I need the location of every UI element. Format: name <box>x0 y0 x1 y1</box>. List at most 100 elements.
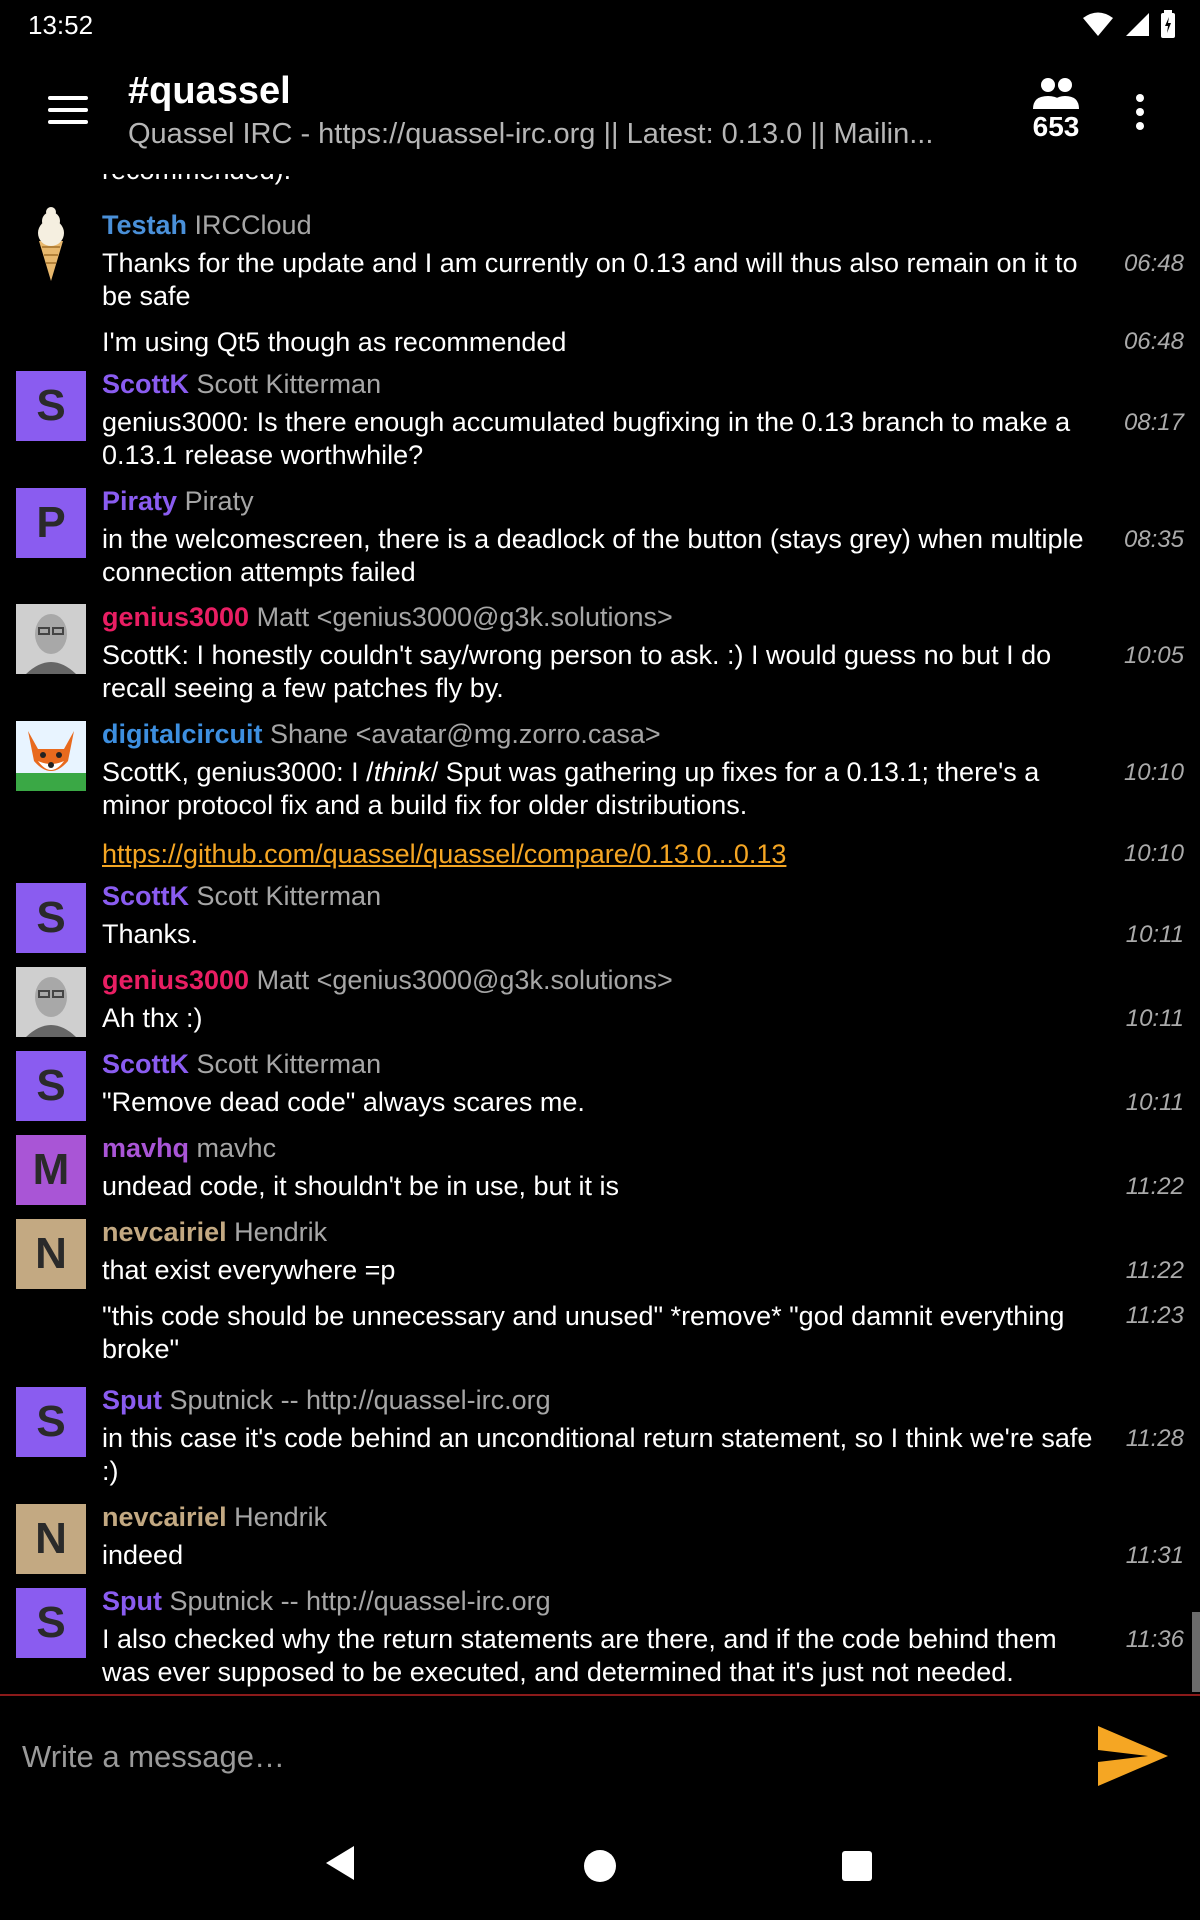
avatar-letter[interactable]: P <box>16 488 86 558</box>
nick-list-button[interactable]: 653 <box>1016 76 1096 166</box>
sender-realname: Hendrik <box>234 1502 328 1532</box>
nick-nevcairiel[interactable]: nevcairiel <box>102 1217 227 1247</box>
channel-title[interactable]: #quassel <box>128 70 291 113</box>
message-time: 10:10 <box>1123 759 1184 786</box>
message-sender: ScottK Scott Kitterman <box>102 369 381 400</box>
sender-realname: Sputnick -- http://quassel-irc.org <box>169 1586 551 1616</box>
channel-topic[interactable]: Quassel IRC - https://quassel-irc.org ||… <box>128 118 1008 151</box>
avatar-photo[interactable] <box>16 967 86 1037</box>
navigation-bar <box>0 1824 1200 1920</box>
message-time: 11:22 <box>1125 1173 1184 1200</box>
avatar-fox[interactable] <box>16 721 86 791</box>
status-icons <box>1082 10 1176 38</box>
message-text: https://github.com/quassel/quassel/compa… <box>102 838 1102 871</box>
message-list[interactable]: recommended). Testah IRCCloud Thanks for… <box>0 174 1200 1694</box>
message-sender: Sput Sputnick -- http://quassel-irc.org <box>102 1586 551 1617</box>
sender-realname: Matt <genius3000@g3k.solutions> <box>256 602 673 632</box>
nick-piraty[interactable]: Piraty <box>102 486 177 516</box>
message-sender: ScottK Scott Kitterman <box>102 881 381 912</box>
send-icon <box>1098 1726 1168 1786</box>
message-input[interactable] <box>20 1718 1074 1796</box>
nick-scottk[interactable]: ScottK <box>102 369 189 399</box>
avatar-letter[interactable]: S <box>16 1051 86 1121</box>
battery-icon <box>1161 10 1175 38</box>
message-text: Thanks. <box>102 919 199 949</box>
message-sender: ScottK Scott Kitterman <box>102 1049 381 1080</box>
message-time: 08:35 <box>1123 526 1184 553</box>
sender-realname: Shane <avatar@mg.zorro.casa> <box>270 719 661 749</box>
message-text: undead code, it shouldn't be in use, but… <box>102 1171 620 1201</box>
scrollbar-thumb[interactable] <box>1192 1612 1200 1692</box>
message-time: 10:11 <box>1125 921 1184 948</box>
user-count: 653 <box>1032 111 1080 142</box>
nick-nevcairiel[interactable]: nevcairiel <box>102 1502 227 1532</box>
message-text: that exist everywhere =p <box>102 1255 396 1285</box>
message-time: 06:48 <box>1123 250 1184 277</box>
message-sender: nevcairiel Hendrik <box>102 1217 327 1248</box>
menu-icon[interactable] <box>40 88 96 134</box>
avatar-letter[interactable]: S <box>16 371 86 441</box>
sender-realname: Scott Kitterman <box>196 1049 382 1079</box>
message-text: indeed <box>102 1540 184 1570</box>
sender-realname: Scott Kitterman <box>196 369 382 399</box>
sender-realname: Matt <genius3000@g3k.solutions> <box>256 965 673 995</box>
message-text: ScottK: I honestly couldn't say/wrong pe… <box>102 640 1052 703</box>
sender-realname: Hendrik <box>234 1217 328 1247</box>
message-text: I also checked why the return statements… <box>102 1624 1057 1687</box>
message-sender: mavhq mavhc <box>102 1133 276 1164</box>
nick-genius3000[interactable]: genius3000 <box>102 965 249 995</box>
message-text-emphasis: think <box>373 757 431 787</box>
message-text: "this code should be unnecessary and unu… <box>102 1301 1065 1364</box>
nick-mavhq[interactable]: mavhq <box>102 1133 189 1163</box>
nick-sput[interactable]: Sput <box>102 1586 162 1616</box>
back-icon[interactable] <box>324 1844 356 1882</box>
home-icon[interactable] <box>584 1850 616 1882</box>
message-sender: Sput Sputnick -- http://quassel-irc.org <box>102 1385 551 1416</box>
wifi-icon <box>1083 12 1113 36</box>
message-time: 11:31 <box>1125 1542 1184 1569</box>
message-time: 08:17 <box>1123 409 1184 436</box>
sender-realname: mavhc <box>196 1133 277 1163</box>
avatar-letter[interactable]: N <box>16 1504 86 1574</box>
message-text: in this case it's code behind an uncondi… <box>102 1423 1093 1486</box>
message-time: 11:23 <box>1125 1302 1184 1329</box>
message-sender: genius3000 Matt <genius3000@g3k.solution… <box>102 602 673 633</box>
toolbar: #quassel Quassel IRC - https://quassel-i… <box>0 48 1200 174</box>
sender-realname: Piraty <box>184 486 254 516</box>
message-time: 11:36 <box>1125 1626 1184 1653</box>
sender-realname: IRCCloud <box>194 210 312 240</box>
message-text: Ah thx :) <box>102 1003 203 1033</box>
nick-sput[interactable]: Sput <box>102 1385 162 1415</box>
message-sender: Piraty Piraty <box>102 486 254 517</box>
avatar-letter[interactable]: S <box>16 1588 86 1658</box>
message-text: "Remove dead code" always scares me. <box>102 1087 585 1117</box>
status-time: 13:52 <box>28 10 94 40</box>
avatar-letter[interactable]: S <box>16 883 86 953</box>
nick-scottk[interactable]: ScottK <box>102 881 189 911</box>
message-text: genius3000: Is there enough accumulated … <box>102 407 1071 470</box>
message-composer <box>0 1694 1200 1826</box>
message-time: 10:11 <box>1125 1005 1184 1032</box>
message-sender: Testah IRCCloud <box>102 210 312 241</box>
more-options-icon[interactable] <box>1120 88 1160 148</box>
avatar-letter[interactable]: S <box>16 1387 86 1457</box>
person-photo-icon <box>16 604 86 674</box>
avatar-letter[interactable]: M <box>16 1135 86 1205</box>
nick-scottk[interactable]: ScottK <box>102 1049 189 1079</box>
message-text: recommended). <box>102 174 1102 187</box>
nick-genius3000[interactable]: genius3000 <box>102 602 249 632</box>
avatar-ice-cream[interactable] <box>16 207 86 281</box>
message-time: 10:10 <box>1123 840 1184 867</box>
avatar-photo[interactable] <box>16 604 86 674</box>
signal-icon <box>1126 13 1149 36</box>
nick-testah[interactable]: Testah <box>102 210 187 240</box>
send-button[interactable] <box>1096 1724 1176 1794</box>
recent-apps-icon[interactable] <box>842 1851 872 1881</box>
avatar-letter[interactable]: N <box>16 1219 86 1289</box>
people-icon <box>1033 78 1079 109</box>
message-text: in the welcomescreen, there is a deadloc… <box>102 524 1084 587</box>
message-link[interactable]: https://github.com/quassel/quassel/compa… <box>102 839 786 869</box>
ice-cream-icon <box>38 207 64 281</box>
message-sender: genius3000 Matt <genius3000@g3k.solution… <box>102 965 673 996</box>
nick-digitalcircuit[interactable]: digitalcircuit <box>102 719 263 749</box>
